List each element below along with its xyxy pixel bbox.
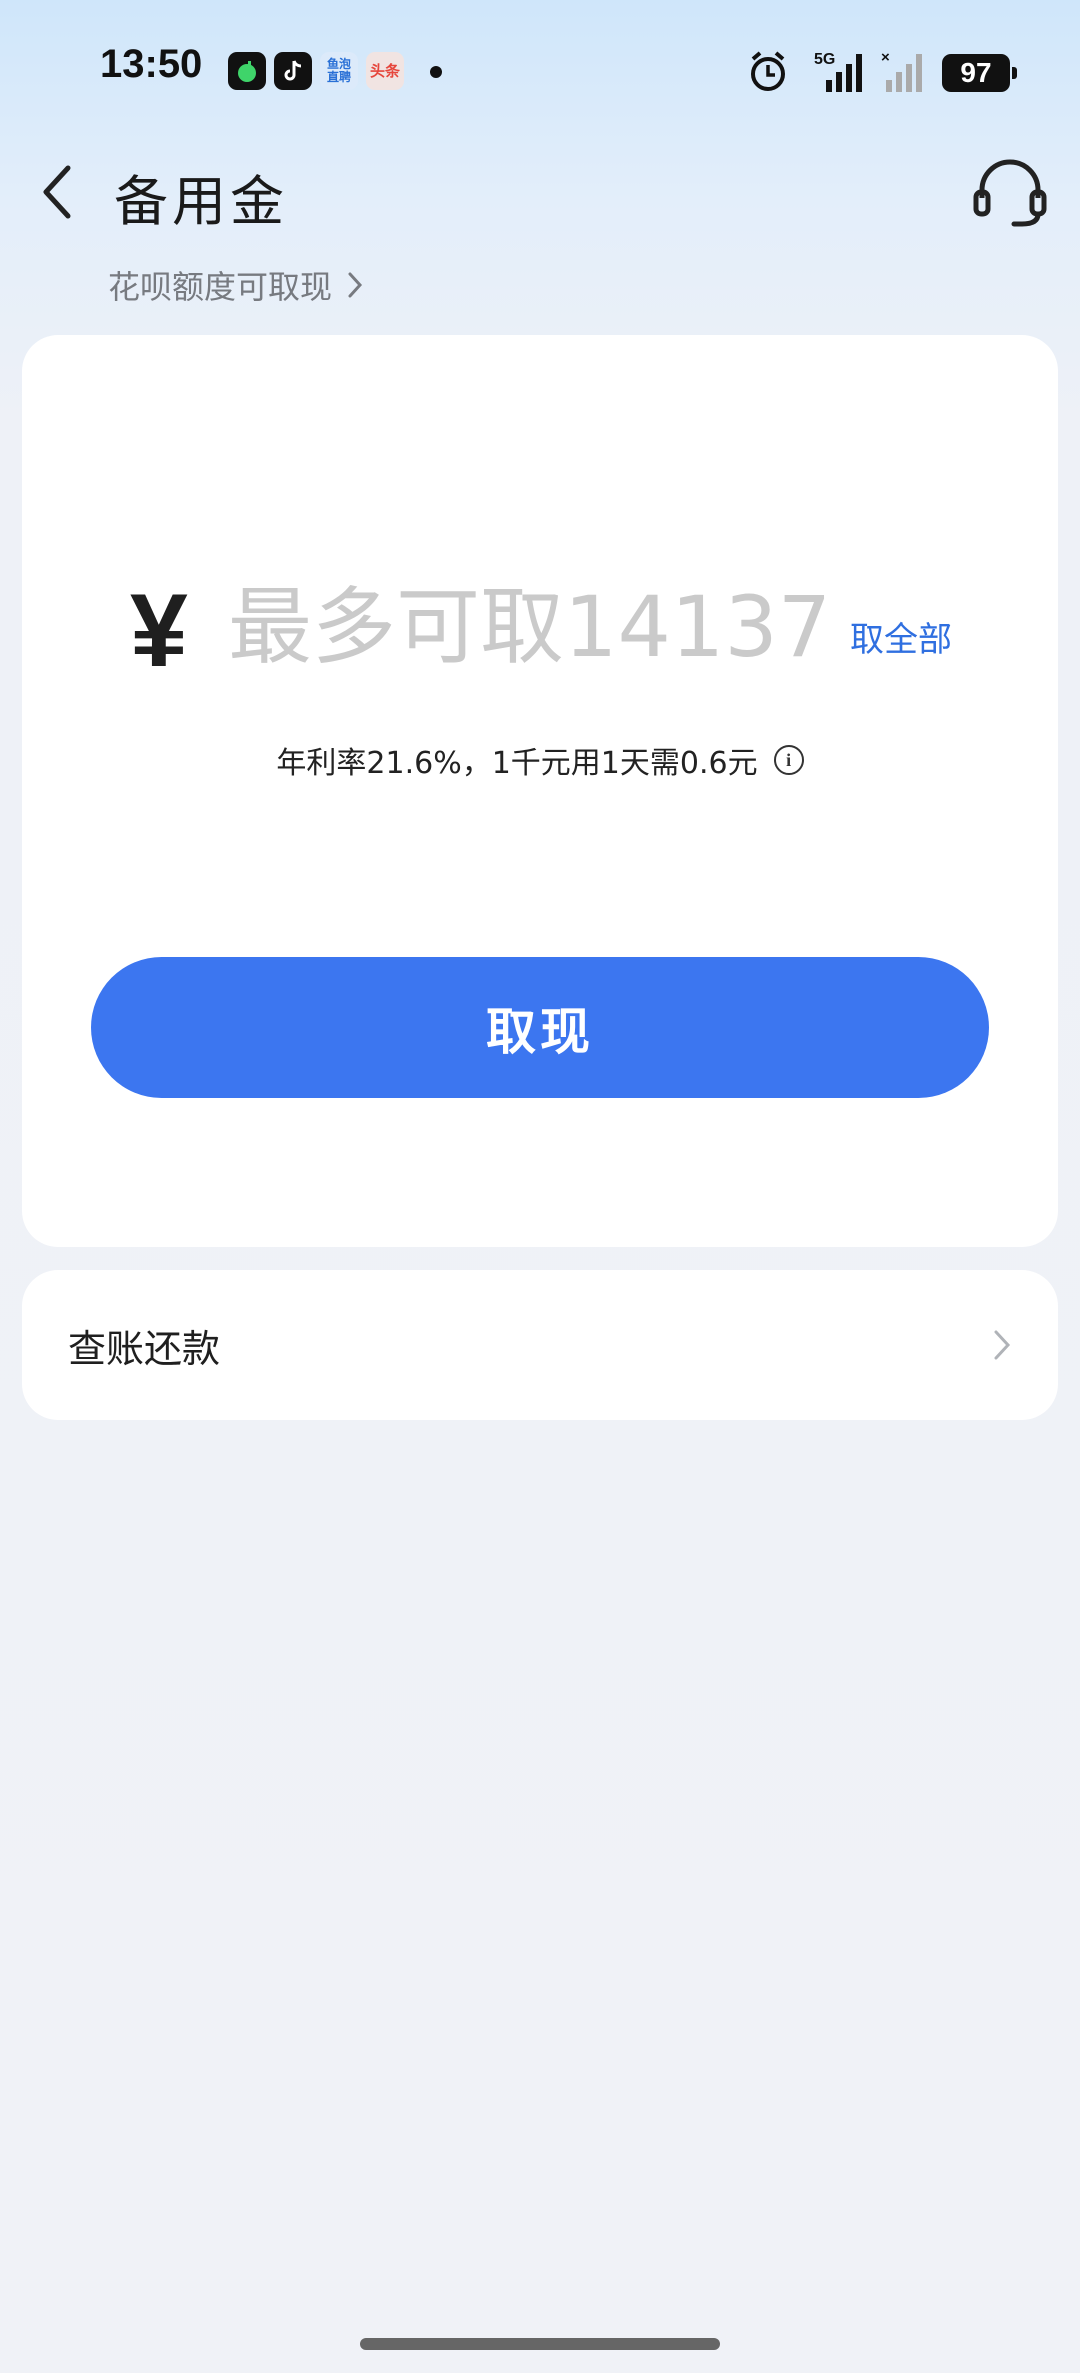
withdraw-button[interactable]: 取现 — [91, 957, 989, 1098]
customer-service-icon[interactable] — [972, 158, 1048, 228]
home-indicator[interactable] — [360, 2338, 720, 2350]
status-bar: 13:50 鱼泡直聘 头条 5G × 97 — [0, 0, 1080, 140]
currency-symbol: ¥ — [130, 573, 188, 689]
amount-input[interactable] — [228, 572, 828, 682]
toutiao-icon: 头条 — [366, 52, 404, 90]
svg-text:5G: 5G — [814, 51, 835, 68]
notification-dot — [430, 66, 442, 78]
interest-rate-text: 年利率21.6%，1千元用1天需0.6元 — [276, 746, 758, 781]
yupao-app-icon: 鱼泡直聘 — [320, 52, 358, 90]
music-app-icon — [228, 52, 266, 90]
battery-indicator: 97 — [942, 54, 1017, 92]
withdraw-card — [22, 335, 1058, 1247]
bill-repayment-label: 查账还款 — [68, 1326, 221, 1371]
toutiao-app-label: 头条 — [369, 61, 400, 80]
alarm-icon — [751, 51, 785, 91]
page-title: 备用金 — [114, 170, 288, 233]
huabei-withdraw-link[interactable]: 花呗额度可取现 — [108, 262, 364, 308]
chevron-right-icon — [348, 272, 363, 298]
huabei-withdraw-label: 花呗额度可取现 — [108, 268, 333, 306]
chevron-right-icon — [994, 1330, 1011, 1360]
tiktok-icon — [274, 52, 312, 90]
back-arrow-icon[interactable] — [36, 160, 80, 224]
signal-second-sim-icon: × — [881, 49, 922, 92]
yupao-app-label: 鱼泡直聘 — [326, 57, 351, 84]
interest-rate-line: 年利率21.6%，1千元用1天需0.6元 i — [0, 738, 1080, 782]
status-time: 13:50 — [100, 42, 203, 86]
info-icon[interactable]: i — [773, 745, 804, 775]
svg-text:×: × — [881, 49, 890, 66]
withdraw-all-link[interactable]: 取全部 — [850, 612, 952, 661]
bill-repayment-row[interactable]: 查账还款 — [22, 1270, 1058, 1420]
signal-5g-icon: 5G — [814, 51, 862, 92]
